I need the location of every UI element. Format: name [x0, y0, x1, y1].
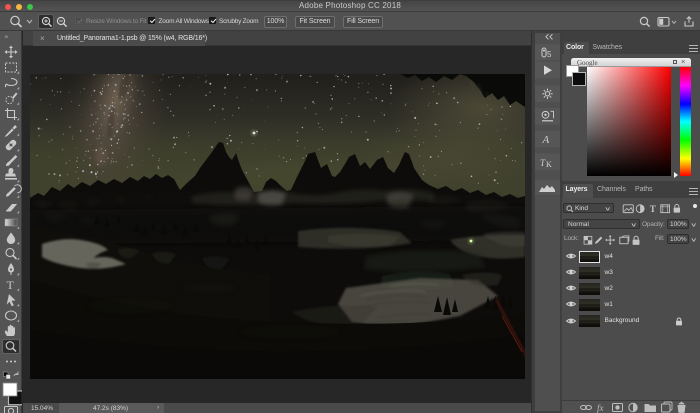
svg-text:K: K: [546, 160, 552, 169]
svg-text:T: T: [7, 278, 15, 292]
svg-text:5: 5: [547, 50, 552, 59]
svg-text:»: »: [5, 34, 9, 41]
svg-text:T: T: [650, 204, 656, 214]
svg-text:fx: fx: [597, 403, 604, 413]
svg-text:A: A: [542, 134, 550, 146]
